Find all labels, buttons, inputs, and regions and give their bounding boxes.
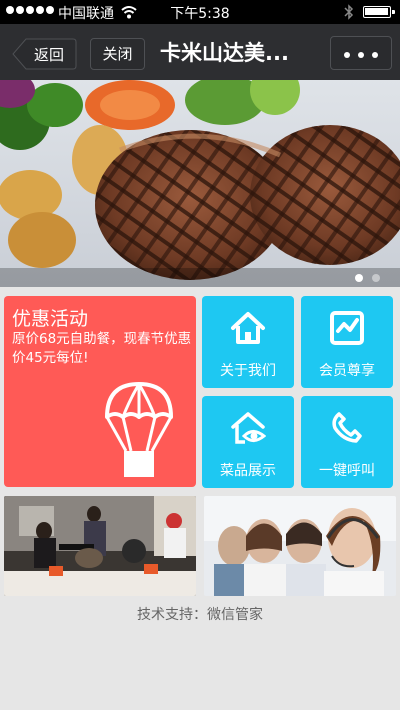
nav-bar: 返回 关闭 卡米山达美...	[0, 24, 400, 80]
footer-text: 技术支持：微信管家	[137, 607, 263, 623]
back-button[interactable]: 返回	[12, 38, 77, 70]
tile-call[interactable]: 一键呼叫	[301, 396, 393, 488]
tile-member[interactable]: 会员尊享	[301, 296, 393, 388]
bluetooth-icon	[344, 4, 354, 20]
tile-label: 一键呼叫	[319, 463, 375, 479]
page-title: 卡米山达美...	[160, 41, 289, 65]
restaurant-music-performance-photo[interactable]	[4, 496, 196, 596]
steak-banner-image	[0, 80, 400, 287]
carousel-dot-active[interactable]	[355, 274, 363, 282]
restaurant-photo-image	[4, 496, 196, 596]
house-eye-icon	[231, 412, 266, 444]
tile-about-us[interactable]: 关于我们	[202, 296, 294, 388]
battery-icon	[363, 6, 395, 18]
promotion-text: 原价68元自助餐，现春节优惠价45元每位!	[12, 331, 192, 366]
status-time: 下午5:38	[170, 6, 230, 22]
more-menu-button[interactable]	[330, 36, 392, 70]
tile-label: 菜品展示	[220, 463, 276, 479]
phone-icon	[332, 412, 362, 443]
tile-label: 关于我们	[220, 363, 276, 379]
customer-service-image	[204, 496, 396, 596]
tile-label: 会员尊享	[319, 363, 375, 379]
status-bar: 中国联通 下午5:38	[0, 0, 400, 24]
close-button[interactable]: 关闭	[90, 38, 145, 70]
promotion-title: 优惠活动	[12, 308, 89, 330]
carousel-dot[interactable]	[372, 274, 380, 282]
home-icon	[231, 312, 265, 344]
tile-dishes[interactable]: 菜品展示	[202, 396, 294, 488]
member-card-icon	[330, 311, 364, 345]
parachute-gift-icon	[105, 382, 173, 477]
banner-carousel[interactable]	[0, 80, 400, 287]
promotion-tile[interactable]: 优惠活动 原价68元自助餐，现春节优惠价45元每位!	[4, 296, 196, 487]
carousel-indicator-bar	[0, 268, 400, 287]
customer-service-headset-photo[interactable]	[204, 496, 396, 596]
back-label: 返回	[34, 46, 65, 64]
